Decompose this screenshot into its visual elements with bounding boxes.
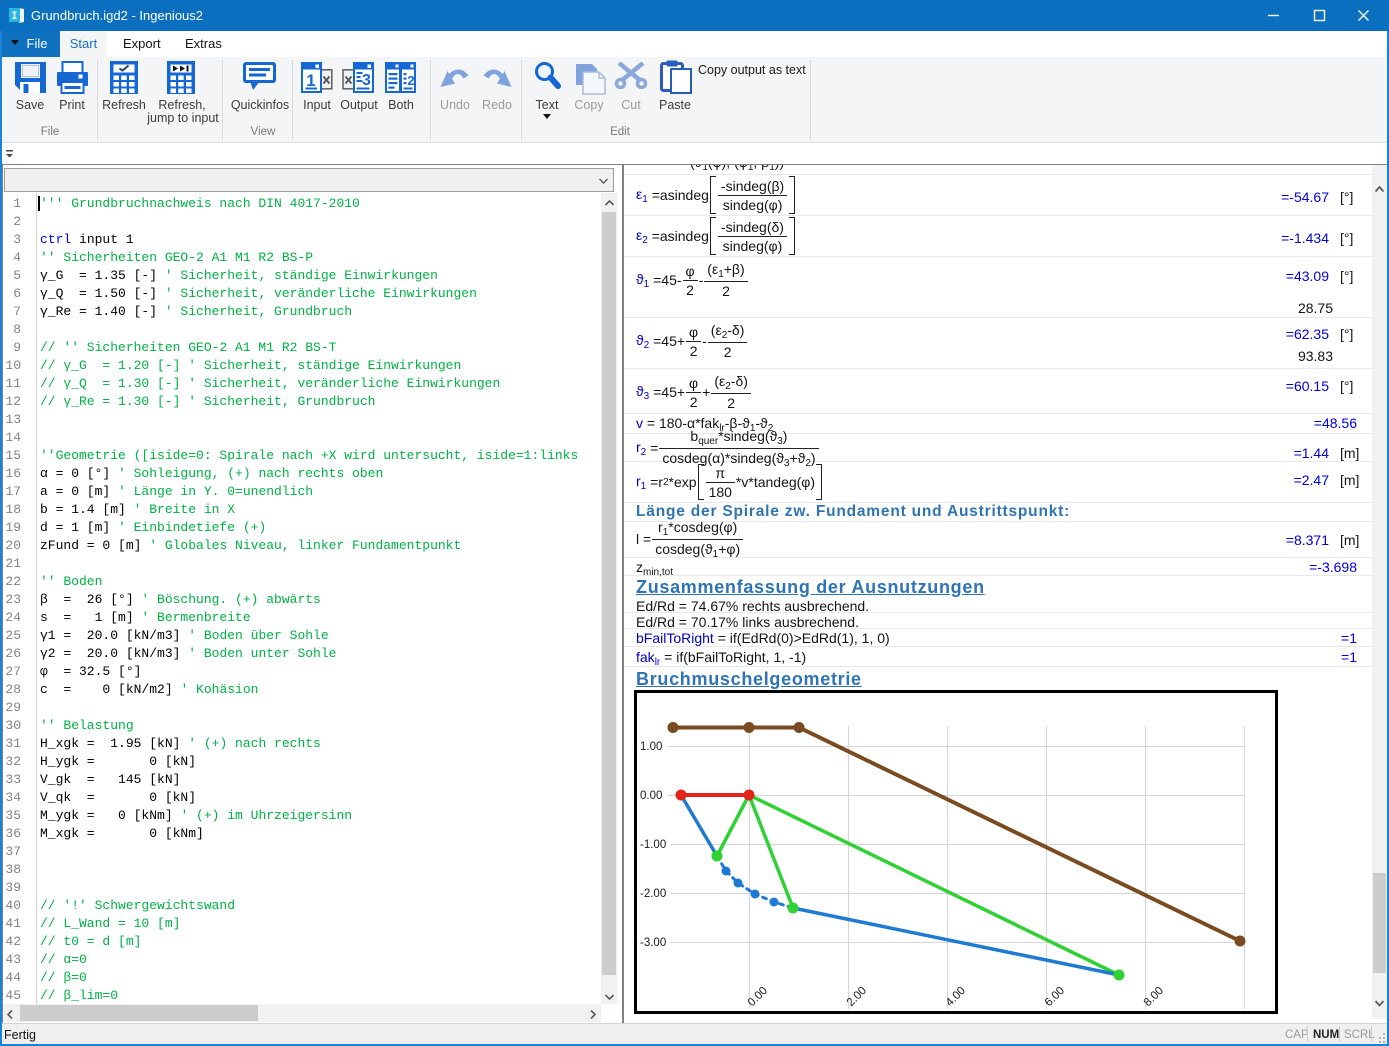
- svg-text:-2.00: -2.00: [640, 888, 666, 900]
- svg-text:1.00: 1.00: [640, 741, 662, 753]
- svg-text:2: 2: [407, 73, 414, 88]
- svg-text:-3.00: -3.00: [640, 937, 666, 949]
- svg-text:-1.00: -1.00: [640, 839, 666, 851]
- svg-text:0.00: 0.00: [640, 790, 662, 802]
- svg-text:3: 3: [362, 72, 371, 89]
- svg-text:1: 1: [306, 71, 315, 90]
